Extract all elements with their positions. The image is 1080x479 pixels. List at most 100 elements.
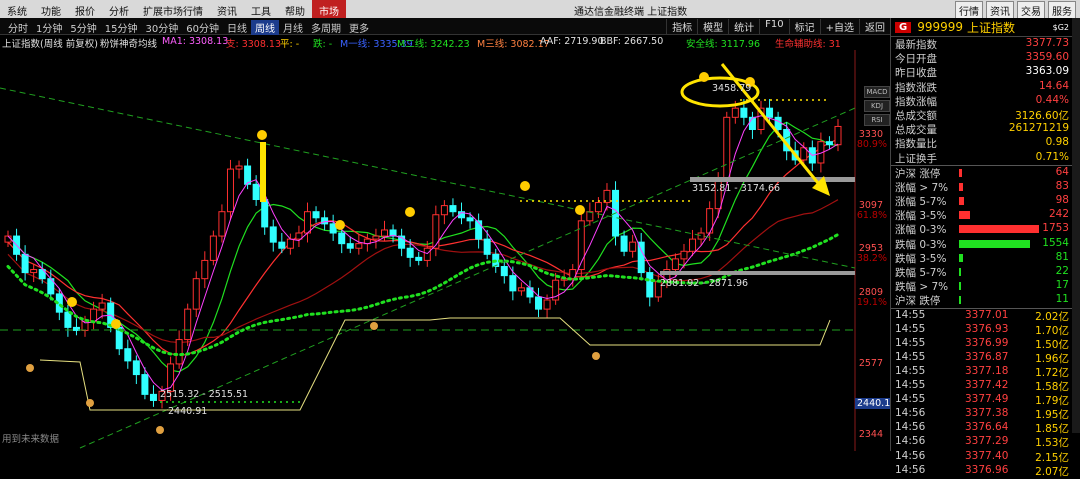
breadth-count: 22: [1055, 265, 1069, 277]
tick-time: 14:55: [895, 350, 926, 363]
tick-row: 14:56 3377.40 2.15亿: [891, 450, 1080, 464]
last-price-tag: 2440.1: [855, 398, 893, 409]
menu-item-1[interactable]: 功能: [34, 0, 68, 18]
candle-body: [98, 302, 106, 310]
quote-value: 3126.60亿: [1015, 109, 1069, 122]
candle-body: [64, 311, 72, 328]
tool-button-3[interactable]: F10: [759, 19, 788, 34]
quote-scrollbar[interactable]: [1072, 18, 1080, 433]
breadth-bar: [959, 197, 964, 206]
tick-row: 14:55 3376.99 1.50亿: [891, 337, 1080, 351]
quote-row: 昨日收盘 3363.09: [891, 65, 1080, 79]
period-tabs: 分时 1分钟 5分钟 15分钟 30分钟 60分钟 日线 周线 月线 多周期 更多: [4, 20, 373, 35]
tick-volume: 1.79亿: [1035, 395, 1069, 408]
tick-price: 3377.40: [965, 449, 1009, 462]
quote-panel: G 999999 上证指数 $G2 最新指数 3377.73 今日开盘 3359.60…: [890, 18, 1080, 478]
candle-body: [697, 232, 705, 240]
quote-value: 14.64: [1038, 79, 1069, 92]
candle-body: [834, 125, 842, 146]
period-tab-5[interactable]: 60分钟: [182, 20, 223, 35]
quote-label: 指数量比: [895, 138, 937, 151]
y-tick-4: 2577: [858, 357, 883, 369]
tool-button-5[interactable]: +自选: [819, 19, 859, 34]
menu-item-3[interactable]: 分析: [102, 0, 136, 18]
candle-body: [355, 243, 363, 249]
tab-macd[interactable]: MACD: [864, 86, 890, 98]
candle-body: [226, 168, 234, 213]
tick-volume: 1.95亿: [1035, 409, 1069, 422]
breadth-bar: [959, 282, 961, 291]
tab-kdj[interactable]: KDJ: [864, 100, 890, 112]
breadth-label: 涨幅 > 7%: [895, 181, 949, 194]
period-tab-2[interactable]: 5分钟: [66, 20, 100, 35]
tick-price: 3376.87: [965, 350, 1009, 363]
period-tab-4[interactable]: 30分钟: [141, 20, 182, 35]
tick-volume: 2.15亿: [1035, 451, 1069, 464]
indicator-value-0: 支: 3308.13: [226, 39, 282, 50]
breadth-row: 涨幅 3-5% 242: [891, 208, 1080, 222]
menu-item-7[interactable]: 帮助: [278, 0, 312, 18]
breadth-count: 242: [1048, 208, 1069, 221]
signal-marker: [575, 205, 585, 215]
menu-item-8[interactable]: 市场: [312, 0, 346, 18]
tool-button-4[interactable]: 标记: [788, 19, 820, 34]
candlestick-chart[interactable]: [0, 50, 890, 451]
breadth-count: 81: [1055, 250, 1069, 263]
breadth-label: 涨幅 5-7%: [895, 196, 947, 209]
breadth-bar: [959, 182, 963, 191]
tick-price: 3377.38: [965, 407, 1009, 420]
tick-volume: 2.07亿: [1035, 465, 1069, 478]
candle-body: [731, 107, 739, 118]
quote-row: 总成交额 3126.60亿: [891, 108, 1080, 122]
tick-row: 14:56 3376.64 1.85亿: [891, 421, 1080, 435]
menu-item-6[interactable]: 工具: [244, 0, 278, 18]
candle-body: [235, 165, 243, 170]
tick-time: 14:55: [895, 308, 926, 321]
menu-item-0[interactable]: 系统: [0, 0, 34, 18]
tool-button-2[interactable]: 统计: [728, 19, 759, 34]
indicator-value-6: AAF: 2719.90: [540, 36, 604, 47]
tick-price: 3377.42: [965, 379, 1009, 392]
period-tab-7[interactable]: 周线: [250, 20, 279, 35]
indicator-value-7: BBF: 2667.50: [600, 36, 664, 47]
period-tab-1[interactable]: 1分钟: [32, 20, 66, 35]
tick-price: 3377.49: [965, 393, 1009, 406]
menu-item-5[interactable]: 资讯: [210, 0, 244, 18]
quote-row: 指数涨幅 0.44%: [891, 94, 1080, 108]
tool-button-6[interactable]: 返回: [859, 19, 890, 34]
quote-value: 261271219: [1008, 122, 1069, 135]
y-pct-0: 80.9%: [856, 138, 887, 150]
tool-button-0[interactable]: 指标: [666, 19, 697, 34]
menu-item-2[interactable]: 报价: [68, 0, 102, 18]
quote-label: 昨日收盘: [895, 67, 937, 80]
menu-item-4[interactable]: 扩展市场行情: [136, 0, 210, 18]
candle-body: [483, 238, 491, 255]
candle-body: [252, 183, 260, 201]
tool-button-1[interactable]: 模型: [697, 19, 728, 34]
breadth-bar: [959, 168, 963, 177]
y-tick-5: 2344: [858, 428, 883, 440]
quote-fields: 最新指数 3377.73 今日开盘 3359.60 昨日收盘 3363.09 指数涨跌 14.…: [891, 37, 1080, 165]
quote-label: 指数涨幅: [895, 95, 937, 108]
indicator-value-4: M二线: 3242.23: [397, 39, 470, 50]
period-tab-6[interactable]: 日线: [223, 20, 251, 35]
quote-row: 指数涨跌 14.64: [891, 80, 1080, 94]
breadth-count: 1753: [1042, 222, 1069, 235]
period-tab-8[interactable]: 月线: [279, 20, 307, 35]
y-pct-1: 61.8%: [856, 209, 887, 221]
ma1-value: MA1: 3308.13: [162, 36, 229, 47]
period-tab-10[interactable]: 更多: [345, 20, 373, 35]
breadth-label: 跌幅 0-3%: [895, 238, 947, 251]
formula-name[interactable]: 粉饼神奇均线: [100, 36, 157, 50]
period-toolbar: 分时 1分钟 5分钟 15分钟 30分钟 60分钟 日线 周线 月线 多周期 更多 指标 模型 统计 F1…: [0, 18, 890, 35]
breadth-row: 跌幅 3-5% 81: [891, 251, 1080, 265]
candle-body: [748, 116, 756, 130]
tab-rsi[interactable]: RSI: [864, 114, 890, 126]
tick-volume: 1.72亿: [1035, 366, 1069, 379]
period-tab-9[interactable]: 多周期: [307, 20, 345, 35]
candle-body: [646, 272, 654, 298]
period-tab-3[interactable]: 15分钟: [101, 20, 142, 35]
tick-price: 3377.18: [965, 364, 1009, 377]
candle-body: [4, 235, 12, 243]
period-tab-0[interactable]: 分时: [4, 20, 32, 35]
